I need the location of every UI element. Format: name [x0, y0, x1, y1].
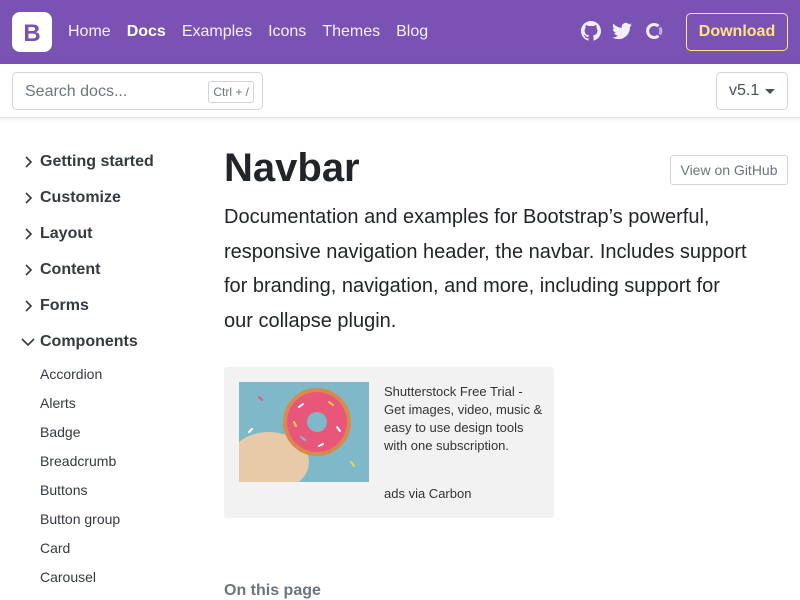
sidebar-group-forms[interactable]: Forms — [20, 294, 89, 318]
sidebar-item-buttons[interactable]: Buttons — [40, 482, 87, 498]
lead-line: for branding, navigation, and more, incl… — [224, 275, 720, 297]
nav-link-docs[interactable]: Docs — [127, 23, 166, 41]
sidebar-group-label: Layout — [40, 225, 93, 242]
lead-line: our collapse plugin. — [224, 309, 397, 332]
view-on-github-button[interactable]: View on GitHub — [670, 155, 788, 185]
sidebar-group-label: Customize — [40, 189, 121, 206]
nav-link-icons[interactable]: Icons — [268, 23, 306, 41]
version-label: v5.1 — [729, 82, 760, 99]
ad-attribution[interactable]: ads via Carbon — [384, 486, 471, 501]
nav-link-home[interactable]: Home — [68, 23, 111, 41]
sidebar-group-label: Getting started — [40, 153, 154, 170]
sidebar-group-layout[interactable]: Layout — [20, 222, 92, 246]
sidebar-group-label: Content — [40, 261, 101, 278]
caret-down-icon — [765, 89, 775, 94]
chevron-right-icon — [25, 264, 33, 276]
lead-line: responsive navigation header, the navbar… — [224, 240, 747, 263]
ad-image-donut[interactable] — [239, 382, 369, 482]
download-button[interactable]: Download — [686, 13, 788, 51]
sidebar-group-customize[interactable]: Customize — [20, 186, 121, 210]
sidebar-item-card[interactable]: Card — [40, 540, 70, 556]
twitter-icon[interactable] — [612, 21, 632, 41]
sidebar-item-alerts[interactable]: Alerts — [40, 395, 76, 411]
page-lead: Documentation and examples for Bootstrap… — [224, 200, 794, 338]
docs-sidebar: Getting started Customize Layout Content… — [0, 118, 210, 600]
carbon-ad: Shutterstock Free Trial - Get images, vi… — [224, 367, 554, 518]
nav-link-blog[interactable]: Blog — [396, 23, 428, 41]
sidebar-item-badge[interactable]: Badge — [40, 424, 80, 440]
page-title: Navbar — [224, 146, 360, 190]
chevron-right-icon — [25, 228, 33, 240]
sidebar-group-content[interactable]: Content — [20, 258, 100, 282]
chevron-right-icon — [25, 192, 33, 204]
chevron-right-icon — [25, 156, 33, 168]
sidebar-item-breadcrumb[interactable]: Breadcrumb — [40, 453, 116, 469]
github-icon[interactable] — [581, 21, 601, 41]
svg-text:B: B — [23, 20, 40, 47]
sidebar-item-accordion[interactable]: Accordion — [40, 366, 102, 382]
ad-text[interactable]: Shutterstock Free Trial - Get images, vi… — [384, 383, 544, 455]
chevron-right-icon — [25, 300, 33, 312]
sidebar-item-carousel[interactable]: Carousel — [40, 569, 96, 585]
top-navbar: B Home Docs Examples Icons Themes Blog D… — [0, 0, 800, 64]
main-nav: Home Docs Examples Icons Themes Blog — [68, 0, 444, 64]
on-this-page-heading: On this page — [224, 582, 321, 599]
docs-subnav: Search docs... Ctrl + / v5.1 — [0, 64, 800, 118]
nav-link-examples[interactable]: Examples — [182, 23, 252, 41]
search-input[interactable]: Search docs... Ctrl + / — [12, 72, 263, 110]
sidebar-group-label: Forms — [40, 297, 89, 314]
sidebar-group-components[interactable]: Components — [20, 330, 138, 354]
sidebar-item-button-group[interactable]: Button group — [40, 511, 120, 527]
bootstrap-logo[interactable]: B — [12, 12, 52, 52]
nav-link-themes[interactable]: Themes — [322, 23, 380, 41]
sidebar-group-getting-started[interactable]: Getting started — [20, 150, 154, 174]
lead-line: Documentation and examples for Bootstrap… — [224, 206, 710, 228]
opencollective-icon[interactable] — [644, 21, 664, 41]
sidebar-group-label: Components — [40, 333, 138, 350]
version-dropdown[interactable]: v5.1 — [716, 72, 788, 110]
search-placeholder: Search docs... — [25, 83, 128, 100]
chevron-down-icon — [21, 338, 35, 347]
search-shortcut-hint: Ctrl + / — [208, 81, 254, 103]
